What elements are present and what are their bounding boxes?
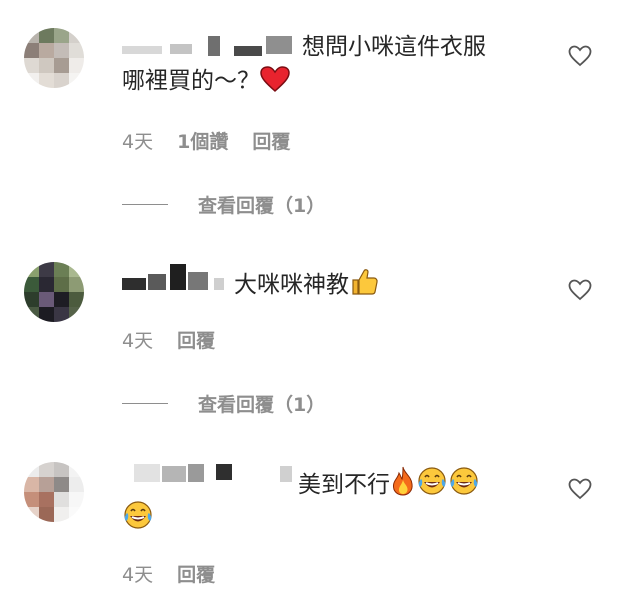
reply-button[interactable]: 回覆 <box>252 127 290 154</box>
comment-text-line: 大咪咪神教 <box>234 272 349 298</box>
view-replies-label: 查看回覆（1） <box>198 394 326 416</box>
username-blurred[interactable] <box>122 36 300 58</box>
fire-emoji <box>390 466 416 504</box>
view-replies-label: 查看回覆（1） <box>198 195 326 217</box>
comment-text: 大咪咪神教 <box>234 268 379 304</box>
tears-of-joy-emoji <box>448 466 480 504</box>
username-blurred[interactable] <box>122 264 232 290</box>
comment-text: 美到不行 <box>298 466 480 504</box>
comment-time: 4天 <box>122 131 154 153</box>
divider-line <box>122 403 168 404</box>
comment-time: 4天 <box>122 330 154 352</box>
avatar[interactable] <box>24 262 84 322</box>
comment-text-continued: 哪裡買的～？ <box>122 66 290 100</box>
comment-time: 4天 <box>122 564 154 586</box>
comment-meta: 4天 回覆 <box>122 560 239 587</box>
reply-button[interactable]: 回覆 <box>177 326 215 353</box>
tears-of-joy-emoji <box>122 500 154 538</box>
comment-text-line2: 哪裡買的～？ <box>122 68 260 94</box>
red-heart-emoji <box>260 66 290 100</box>
comment-meta: 4天 回覆 <box>122 326 239 353</box>
view-replies-button[interactable]: 查看回覆（1） <box>122 390 325 417</box>
like-count[interactable]: 1個讚 <box>177 127 228 154</box>
like-heart-icon[interactable] <box>568 279 594 303</box>
like-heart-icon[interactable] <box>568 478 594 502</box>
tears-of-joy-emoji <box>416 466 448 504</box>
username-blurred[interactable] <box>122 462 298 484</box>
avatar[interactable] <box>24 462 84 522</box>
comment-text-continued <box>122 500 154 538</box>
view-replies-button[interactable]: 查看回覆（1） <box>122 191 325 218</box>
avatar[interactable] <box>24 28 84 88</box>
divider-line <box>122 204 168 205</box>
like-heart-icon[interactable] <box>568 45 594 69</box>
comment-meta: 4天 1個讚 回覆 <box>122 127 314 154</box>
comment-text-line: 美到不行 <box>298 472 390 498</box>
comment-text: 想問小咪這件衣服 <box>302 34 486 60</box>
thumbs-up-emoji <box>349 268 379 304</box>
reply-button[interactable]: 回覆 <box>177 560 215 587</box>
